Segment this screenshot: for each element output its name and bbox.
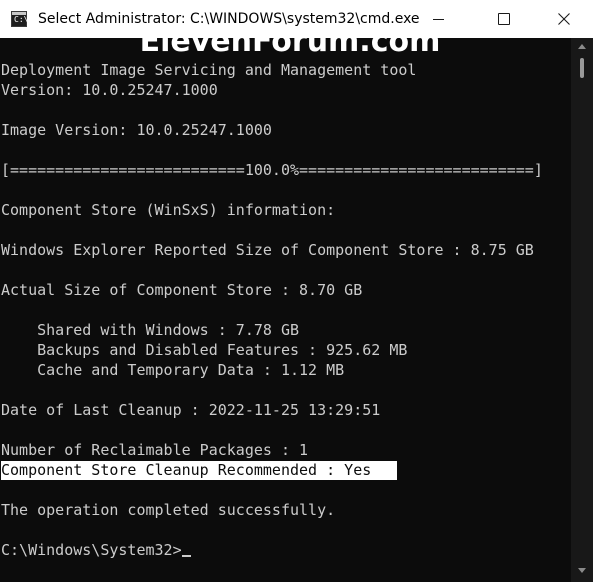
icon-prompt-glyph: C:\ [14, 15, 29, 24]
scroll-down-arrow-icon[interactable] [578, 568, 586, 573]
console-line: Image Version: 10.0.25247.1000 [1, 121, 272, 139]
progress-bar-line: [==========================100.0%=======… [1, 161, 543, 179]
console-line: Version: 10.0.25247.1000 [1, 81, 218, 99]
cmd-app-icon[interactable]: C:\ [11, 11, 29, 27]
prompt-line[interactable]: C:\Windows\System32> [1, 540, 561, 560]
console-line: Component Store (WinSxS) information: [1, 201, 336, 219]
console-line: Deployment Image Servicing and Managemen… [1, 61, 417, 79]
console-output[interactable]: Deployment Image Servicing and Managemen… [1, 60, 561, 560]
close-button[interactable] [541, 0, 587, 38]
console-line: Number of Reclaimable Packages : 1 [1, 441, 309, 459]
maximize-button[interactable] [481, 0, 527, 38]
console-line: The operation completed successfully. [1, 501, 336, 519]
console-line: Windows Explorer Reported Size of Compon… [1, 241, 534, 259]
console-line: Cache and Temporary Data : 1.12 MB [1, 361, 345, 379]
text-cursor [181, 555, 191, 557]
scrollbar-thumb[interactable] [580, 58, 584, 78]
text-selection[interactable]: Component Store Cleanup Recommended : Ye… [1, 461, 397, 480]
window-title: Select Administrator: C:\WINDOWS\system3… [38, 11, 420, 27]
console-line: Shared with Windows : 7.78 GB [1, 321, 300, 339]
console-line: Date of Last Cleanup : 2022-11-25 13:29:… [1, 401, 381, 419]
cmd-window: C:\ Select Administrator: C:\WINDOWS\sys… [0, 0, 593, 582]
minimize-button[interactable] [415, 0, 461, 38]
console-line: Actual Size of Component Store : 8.70 GB [1, 281, 363, 299]
close-icon [558, 13, 570, 25]
title-bar[interactable]: C:\ Select Administrator: C:\WINDOWS\sys… [0, 0, 593, 38]
selected-console-line[interactable]: Component Store Cleanup Recommended : Ye… [1, 460, 561, 480]
console-line: Backups and Disabled Features : 925.62 M… [1, 341, 408, 359]
scroll-up-arrow-icon[interactable] [578, 44, 586, 49]
command-prompt: C:\Windows\System32> [1, 541, 182, 559]
vertical-scrollbar[interactable] [571, 38, 593, 582]
